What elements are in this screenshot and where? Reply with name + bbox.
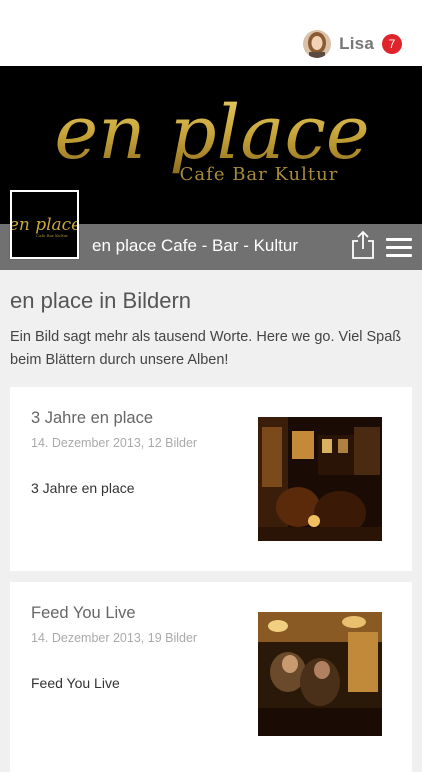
logo-subtitle: Cafe Bar Kultur [180,164,339,185]
page-profile-picture[interactable]: en place Cafe Bar Kultur [10,190,79,259]
notification-badge[interactable]: 7 [382,34,402,54]
hamburger-menu-icon[interactable] [386,238,412,258]
album-meta: 14. Dezember 2013, 12 Bilder [31,436,198,450]
user-name[interactable]: Lisa [339,34,374,54]
album-title[interactable]: Feed You Live [31,604,136,623]
share-icon[interactable] [350,230,376,260]
page-name: en place Cafe - Bar - Kultur [92,236,298,255]
album-cover-image[interactable] [258,612,382,736]
profile-logo-text: en place [12,215,77,235]
album-meta: 14. Dezember 2013, 19 Bilder [31,631,198,645]
top-bar: Lisa 7 [0,0,422,66]
album-card[interactable]: 3 Jahre en place 14. Dezember 2013, 12 B… [10,387,412,571]
profile-logo-subtitle: Cafe Bar Kultur [36,233,68,238]
user-menu[interactable]: Lisa 7 [303,30,402,58]
album-description: Feed You Live [31,675,120,691]
album-cover-image[interactable] [258,417,382,541]
album-card[interactable]: Feed You Live 14. Dezember 2013, 19 Bild… [10,582,412,772]
intro-text: Ein Bild sagt mehr als tausend Worte. He… [10,329,402,368]
album-description: 3 Jahre en place [31,480,135,496]
album-title[interactable]: 3 Jahre en place [31,409,153,428]
user-avatar[interactable] [303,30,332,58]
page-title: en place in Bildern [10,288,192,313]
